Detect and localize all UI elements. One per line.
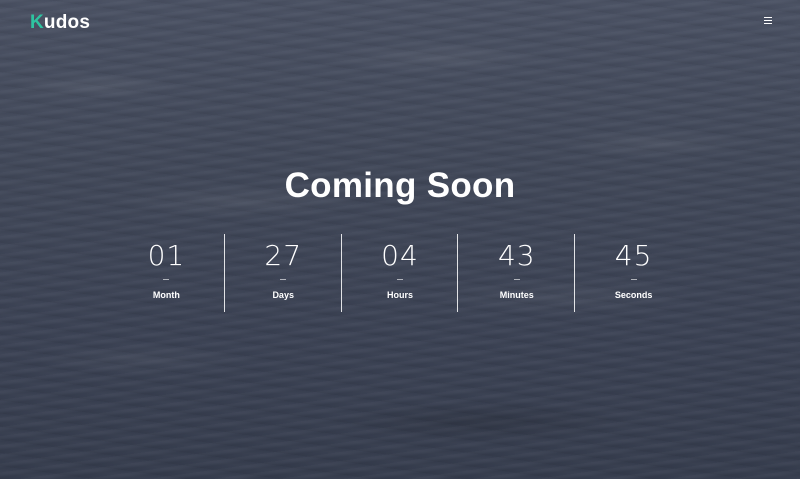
countdown-value: 45 — [614, 239, 653, 272]
countdown-dash — [163, 279, 170, 280]
countdown-label: Hours — [386, 290, 413, 300]
page-title: Coming Soon — [284, 166, 516, 205]
countdown-label: Days — [272, 290, 294, 300]
hero-background: Kudos Coming Soon 01 Month 27 Days 04 Ho… — [0, 0, 800, 479]
countdown-value: 04 — [381, 239, 419, 272]
logo-accent-letter: K — [30, 12, 44, 33]
menu-line — [764, 17, 772, 18]
countdown-seconds: 45 Seconds — [575, 234, 692, 312]
countdown-dash — [630, 279, 637, 280]
countdown-value: 01 — [147, 239, 186, 272]
menu-line — [764, 20, 772, 21]
countdown-days: 27 Days — [225, 234, 342, 312]
countdown-value: 27 — [264, 239, 303, 272]
countdown-dash — [513, 279, 520, 280]
countdown-minutes: 43 Minutes — [458, 234, 576, 312]
countdown-dash — [280, 279, 287, 280]
countdown-value: 43 — [497, 239, 536, 272]
countdown-dash — [396, 279, 403, 280]
menu-line — [764, 23, 772, 24]
countdown-month: 01 Month — [108, 234, 225, 312]
logo-text: udos — [43, 12, 91, 33]
countdown-timer: 01 Month 27 Days 04 Hours 43 Minutes 45 … — [108, 234, 692, 312]
countdown-label: Month — [152, 290, 180, 300]
countdown-label: Minutes — [499, 290, 534, 300]
brand-logo[interactable]: Kudos — [30, 12, 90, 34]
countdown-label: Seconds — [614, 290, 653, 300]
hamburger-menu-icon[interactable] — [764, 17, 772, 24]
countdown-hours: 04 Hours — [342, 234, 459, 312]
